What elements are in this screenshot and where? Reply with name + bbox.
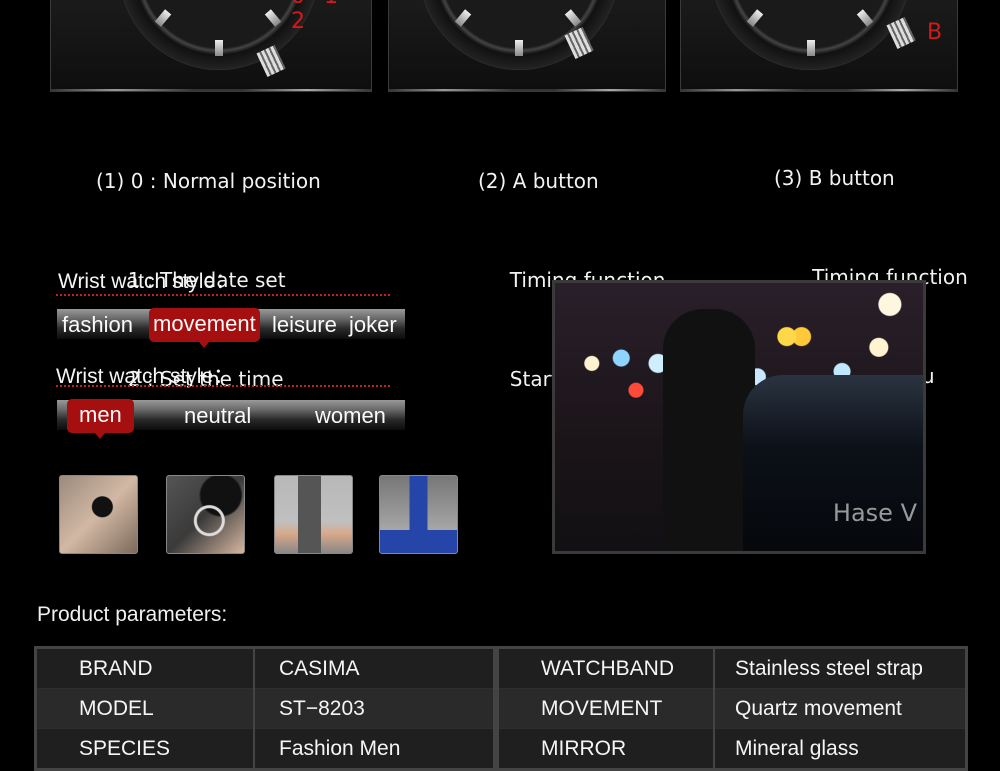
button-b-label: B	[927, 20, 943, 45]
watch-image	[711, 0, 911, 70]
param-key: BRAND	[35, 647, 255, 689]
watch-image	[419, 0, 619, 70]
tag-joker[interactable]: joker	[349, 309, 397, 341]
tag-fashion[interactable]: fashion	[62, 309, 133, 341]
divider	[56, 385, 390, 387]
ring-inspection-image	[166, 475, 245, 554]
params-table-left: BRAND CASIMA MODEL ST−8203 SPECIES Fashi…	[34, 646, 496, 771]
table-row: MOVEMENT Quartz movement	[497, 688, 968, 729]
param-key: WATCHBAND	[497, 647, 715, 689]
style-title: Wrist watch style：	[58, 270, 237, 293]
instruction-line: (2) A button	[478, 169, 599, 193]
loupe-inspection-image	[59, 475, 138, 554]
watch-panel-crown: 0 1 2	[50, 0, 372, 92]
instruction-line: (1) 0 : Normal position	[96, 169, 321, 193]
table-row: WATCHBAND Stainless steel strap	[497, 647, 968, 689]
blue-press-tool-image	[379, 475, 458, 554]
watch-panel-b-button: B	[680, 0, 958, 92]
table-row: MIRROR Mineral glass	[497, 728, 968, 770]
table-row: BRAND CASIMA	[35, 647, 496, 689]
param-key: SPECIES	[35, 728, 255, 770]
params-table-right: WATCHBAND Stainless steel strap MOVEMENT…	[496, 646, 968, 771]
crown-position-label: 0 1 2	[291, 0, 338, 34]
photo-watermark: Hase V	[832, 499, 917, 527]
tag-leisure[interactable]: leisure	[272, 309, 337, 341]
param-key: MODEL	[35, 688, 255, 729]
watch-panel-a-button	[388, 0, 666, 92]
param-value: Fashion Men	[254, 728, 496, 770]
drill-press-image	[274, 475, 353, 554]
tag-neutral[interactable]: neutral	[184, 400, 251, 432]
table-row: MODEL ST−8203	[35, 688, 496, 729]
product-parameters-title: Product parameters:	[37, 603, 228, 626]
param-value: CASIMA	[254, 647, 496, 689]
instruction-line: (3) B button	[774, 166, 895, 190]
watch-image	[119, 0, 319, 70]
param-value: ST−8203	[254, 688, 496, 729]
param-key: MOVEMENT	[497, 688, 715, 729]
tag-movement[interactable]: movement	[149, 308, 260, 348]
tag-men[interactable]: men	[67, 399, 134, 439]
param-key: MIRROR	[497, 728, 715, 770]
param-value: Stainless steel strap	[714, 647, 968, 689]
tag-women[interactable]: women	[315, 400, 386, 432]
gender-tag-bar: men neutral women	[57, 399, 405, 439]
lifestyle-photo: Hase V	[552, 280, 926, 554]
style-tag-bar: fashion movement leisure joker	[57, 308, 405, 348]
param-value: Quartz movement	[714, 688, 968, 729]
divider	[56, 294, 390, 296]
car-silhouette	[743, 375, 923, 551]
table-row: SPECIES Fashion Men	[35, 728, 496, 770]
param-value: Mineral glass	[714, 728, 968, 770]
person-silhouette	[663, 309, 755, 551]
